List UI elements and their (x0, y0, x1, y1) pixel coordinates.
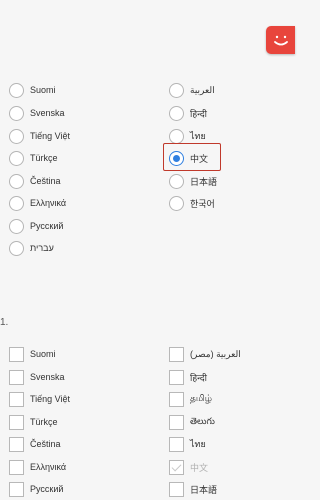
checkbox-label: Ελληνικά (30, 462, 67, 472)
radio-label: 日本語 (190, 176, 218, 187)
checkbox-label: Čeština (30, 439, 61, 449)
radio-circle[interactable] (9, 173, 24, 189)
checkbox-option-ellinika[interactable]: Ελληνικά (9, 456, 66, 478)
radio-circle[interactable] (9, 218, 24, 234)
radio-label: Türkçe (30, 153, 58, 163)
checkbox-option-cestina[interactable]: Čeština (9, 433, 61, 455)
checkbox-option-turkce[interactable]: Türkçe (9, 411, 58, 433)
checkbox-option-chinese[interactable]: 中文 (169, 456, 208, 478)
smiley-logo-icon (274, 35, 288, 46)
radio-label: Svenska (30, 108, 65, 118)
checkbox-option-arabic-egypt[interactable]: العربية (مصر) (169, 343, 241, 365)
checkbox[interactable] (9, 481, 24, 497)
checkbox-label: Türkçe (30, 417, 58, 427)
checkbox[interactable] (169, 346, 184, 362)
checkbox-label: 中文 (190, 462, 209, 473)
checkbox-label: Tiếng Việt (30, 394, 71, 404)
radio-circle[interactable] (169, 82, 184, 98)
radio-option-hindi[interactable]: हिन्दी (169, 102, 207, 124)
checkbox-label: العربية (مصر) (190, 348, 241, 359)
radio-circle[interactable] (9, 128, 24, 144)
checkbox[interactable] (169, 369, 184, 385)
radio-circle[interactable] (169, 195, 184, 211)
checkbox-label: தமிழ் (190, 393, 212, 403)
checkbox-checked-disabled[interactable] (169, 459, 184, 475)
radio-circle[interactable] (9, 240, 24, 256)
radio-circle[interactable] (169, 128, 184, 144)
checkbox-option-hindi[interactable]: हिन्दी (169, 366, 207, 388)
checkbox[interactable] (9, 369, 24, 385)
checkbox-label: తెలుగు (190, 415, 215, 426)
radio-option-svenska[interactable]: Svenska (9, 102, 65, 124)
radio-label: ไทย (190, 131, 206, 141)
radio-label: 한국어 (190, 198, 215, 209)
checkbox[interactable] (9, 391, 24, 407)
radio-label: Suomi (30, 85, 56, 95)
checkbox-option-tieng-viet[interactable]: Tiếng Việt (9, 388, 70, 410)
radio-option-suomi[interactable]: Suomi (9, 79, 56, 101)
radio-label: Tiếng Việt (30, 131, 71, 141)
radio-circle[interactable] (9, 82, 24, 98)
radio-label: العربية (190, 84, 215, 95)
radio-option-cestina[interactable]: Čeština (9, 170, 61, 192)
checkbox-label: Русский (30, 484, 64, 494)
checkbox-option-suomi[interactable]: Suomi (9, 343, 56, 365)
radio-circle[interactable] (169, 105, 184, 121)
radio-circle[interactable] (169, 173, 184, 189)
checkbox-label: 日本語 (190, 484, 218, 495)
checkbox[interactable] (169, 391, 184, 407)
checkbox-label: Suomi (30, 349, 56, 359)
checkbox-option-svenska[interactable]: Svenska (9, 366, 65, 388)
checkbox[interactable] (169, 414, 184, 430)
radio-circle[interactable] (9, 195, 24, 211)
checkbox-option-russkiy[interactable]: Русский (9, 478, 63, 500)
radio-label: Ελληνικά (30, 198, 67, 208)
checkbox-option-japanese[interactable]: 日本語 (169, 478, 217, 500)
radio-option-turkce[interactable]: Türkçe (9, 147, 58, 169)
radio-option-korean[interactable]: 한국어 (169, 192, 215, 214)
checkbox[interactable] (169, 436, 184, 452)
checkbox[interactable] (169, 481, 184, 497)
selection-highlight-box (163, 143, 221, 171)
radio-circle[interactable] (9, 150, 24, 166)
checkbox-option-thai[interactable]: ไทย (169, 433, 206, 455)
checkbox-option-telugu[interactable]: తెలుగు (169, 411, 215, 433)
radio-option-ellinika[interactable]: Ελληνικά (9, 192, 66, 214)
checkbox[interactable] (9, 346, 24, 362)
checkbox-option-tamil[interactable]: தமிழ் (169, 388, 212, 410)
checkbox-label: हिन्दी (190, 372, 208, 383)
radio-option-arabic[interactable]: العربية (169, 79, 215, 101)
checkbox-label: ไทย (190, 439, 206, 449)
checkbox[interactable] (9, 436, 24, 452)
radio-label: हिन्दी (190, 108, 208, 119)
radio-option-japanese[interactable]: 日本語 (169, 170, 217, 192)
section-mark: 1. (0, 317, 9, 328)
radio-label: Русский (30, 221, 64, 231)
logo-button[interactable] (266, 26, 295, 54)
radio-option-russkiy[interactable]: Русский (9, 215, 63, 237)
checkbox-label: Svenska (30, 372, 65, 382)
radio-label: Čeština (30, 176, 61, 186)
checkbox[interactable] (9, 414, 24, 430)
radio-label: עברית (30, 243, 54, 253)
radio-option-ivrit[interactable]: עברית (9, 237, 54, 259)
radio-option-tieng-viet[interactable]: Tiếng Việt (9, 125, 70, 147)
radio-circle[interactable] (9, 105, 24, 121)
checkbox[interactable] (9, 459, 24, 475)
